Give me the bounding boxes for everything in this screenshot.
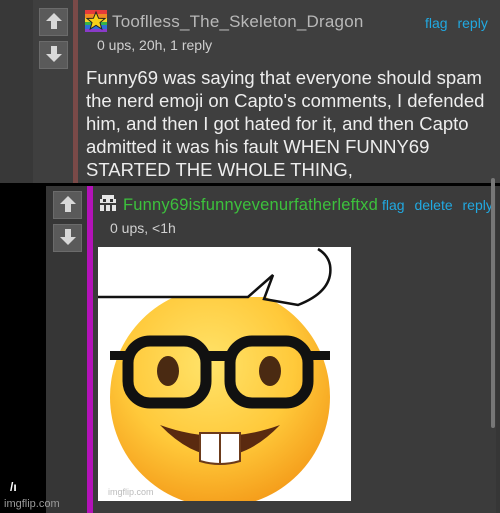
comment-1-meta: 0 ups, 20h, 1 reply [97, 37, 213, 53]
image-watermark: imgflip.com [108, 487, 154, 497]
comment-2-image[interactable]: imgflip.com [98, 247, 351, 501]
scrollbar[interactable] [491, 178, 495, 428]
flag-link[interactable]: flag [425, 15, 448, 31]
upvote-button[interactable] [39, 8, 68, 36]
downvote-button[interactable] [39, 41, 68, 69]
rainbow-star-avatar-icon [85, 10, 107, 32]
comment-2-username[interactable]: Funny69isfunnyevenurfatherleftxd [123, 196, 378, 215]
pixel-avatar-icon [100, 195, 116, 211]
overlay-mark: /ı [10, 480, 17, 494]
comment-2-meta: 0 ups, <1h [110, 220, 176, 236]
comment-1-text: Funny69 was saying that everyone should … [86, 67, 485, 180]
upvote-button[interactable] [53, 191, 82, 219]
comment-1-username[interactable]: Tooflless_The_Skeleton_Dragon [112, 12, 364, 32]
user-avatar[interactable] [85, 10, 107, 32]
comment-1-actions: flag reply [425, 15, 488, 31]
imgflip-watermark: imgflip.com [4, 498, 60, 510]
arrow-down-icon [59, 229, 76, 245]
arrow-down-icon [45, 46, 62, 62]
delete-link[interactable]: delete [414, 197, 452, 213]
flag-link[interactable]: flag [382, 197, 405, 213]
downvote-button[interactable] [53, 224, 82, 252]
arrow-up-icon [45, 13, 62, 29]
comment-2-actions: flag delete reply [382, 197, 493, 213]
reply-link[interactable]: reply [457, 15, 487, 31]
user-avatar[interactable] [98, 194, 118, 214]
reply-link[interactable]: reply [463, 197, 493, 213]
arrow-up-icon [59, 196, 76, 212]
comment-1-thread-line [73, 0, 78, 183]
nerd-emoji-image [98, 247, 332, 501]
